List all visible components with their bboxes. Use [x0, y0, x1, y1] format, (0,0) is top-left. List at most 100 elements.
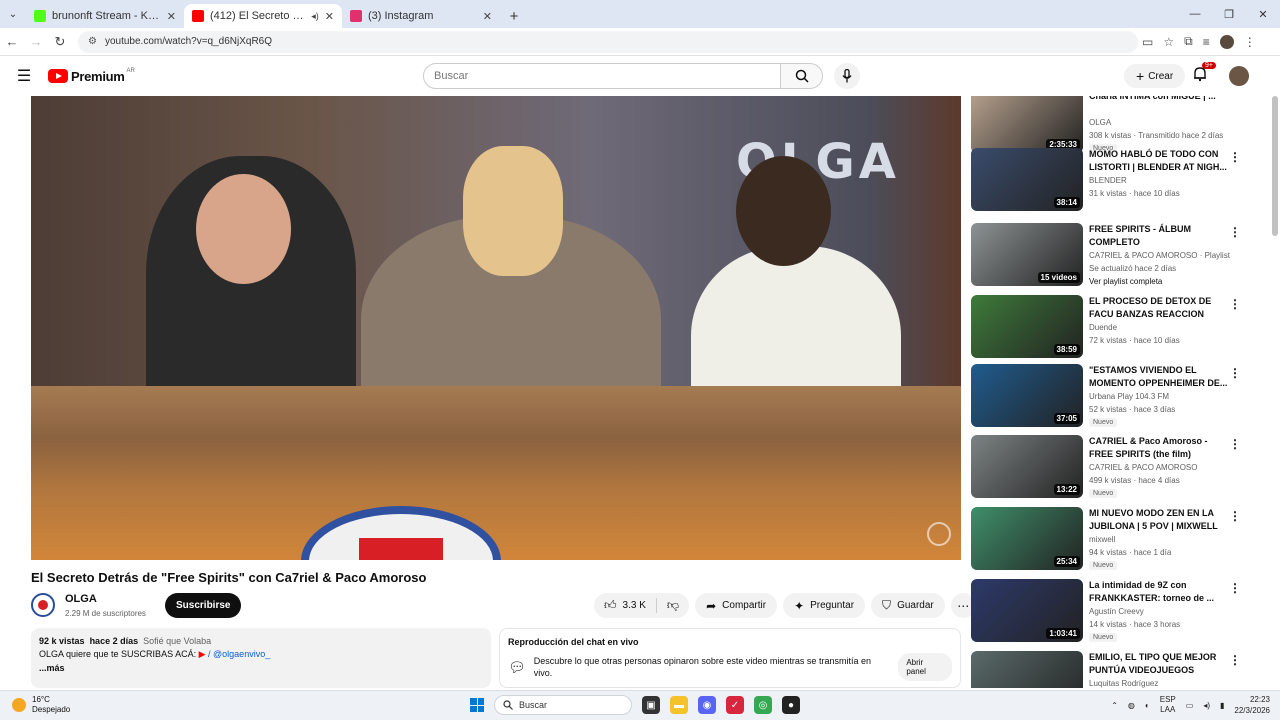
url-field[interactable]: ⚙ youtube.com/watch?v=q_d6NjXqR6Q [78, 30, 1138, 53]
minimize-icon[interactable]: — [1178, 0, 1212, 28]
tab-close-icon[interactable]: ✕ [483, 10, 492, 23]
file-explorer-icon[interactable]: ▬ [670, 696, 688, 714]
extensions-icon[interactable]: ⧉ [1184, 34, 1193, 49]
notifications-button[interactable]: 9+ [1192, 62, 1216, 87]
obs-icon[interactable]: ● [782, 696, 800, 714]
back-icon[interactable]: ← [0, 34, 24, 49]
cast-icon[interactable]: ▭ [1142, 35, 1153, 49]
reading-list-icon[interactable]: ≡ [1203, 35, 1210, 49]
restore-icon[interactable]: ❐ [1212, 0, 1246, 28]
chrome-icon[interactable]: ◎ [754, 696, 772, 714]
video-thumbnail[interactable]: 37:05 [971, 364, 1083, 427]
more-vertical-icon[interactable]: ⋮ [1229, 225, 1241, 239]
battery-icon[interactable]: ▮ [1220, 701, 1224, 710]
description-box[interactable]: 92 k vistas hace 2 días Sofié que Volaba… [31, 628, 491, 688]
taskbar-search[interactable]: Buscar [494, 695, 632, 715]
task-view-icon[interactable]: ▣ [642, 696, 660, 714]
recommendation-channel[interactable]: CA7RIEL & PACO AMOROSO [1089, 463, 1239, 472]
ask-button[interactable]: ✦ Preguntar [783, 593, 866, 618]
recommendation-channel[interactable]: Agustín Creevy [1089, 607, 1239, 616]
tray-app-icon[interactable]: ◐ [1145, 701, 1150, 710]
video-thumbnail[interactable]: 38:59 [971, 295, 1083, 358]
search-input[interactable]: Buscar [423, 63, 781, 89]
recommendation-title[interactable]: MOMO HABLÓ DE TODO CON LISTORTI | BLENDE… [1089, 148, 1231, 174]
video-thumbnail[interactable]: 13:22 [971, 435, 1083, 498]
search-button[interactable] [781, 63, 823, 89]
discord-icon[interactable]: ◉ [698, 696, 716, 714]
recommendation-title[interactable]: "ESTAMOS VIVIENDO EL MOMENTO OPPENHEIMER… [1089, 364, 1231, 390]
tab-search-chevron-icon[interactable]: ⌄ [0, 0, 26, 28]
recommendation-channel[interactable]: BLENDER [1089, 176, 1239, 185]
browser-tab[interactable]: (3) Instagram ✕ [342, 4, 500, 28]
recommendation-card[interactable]: EMILIO, EL TIPO QUE MEJOR PUNTÚA VIDEOJU… [971, 651, 1261, 688]
recommendation-title[interactable]: FREE SPIRITS - ÁLBUM COMPLETO [1089, 223, 1231, 249]
video-thumbnail[interactable]: 15 videos [971, 223, 1083, 286]
channel-avatar[interactable] [31, 593, 55, 617]
more-vertical-icon[interactable]: ⋮ [1229, 653, 1241, 667]
youtube-logo[interactable]: Premium AR [48, 68, 135, 84]
recommendation-card[interactable]: 38:59 EL PROCESO DE DETOX DE FACU BANZAS … [971, 295, 1261, 361]
recommendation-channel[interactable]: Urbana Play 104.3 FM [1089, 392, 1239, 401]
view-playlist-link[interactable]: Ver playlist completa [1089, 277, 1162, 286]
recommendation-card[interactable]: 38:14 MOMO HABLÓ DE TODO CON LISTORTI | B… [971, 148, 1261, 214]
recommendation-channel[interactable]: CA7RIEL & PACO AMOROSO · Playlist [1089, 251, 1239, 260]
description-more[interactable]: ...más [39, 663, 483, 673]
site-info-icon[interactable]: ⚙ [88, 36, 97, 47]
more-vertical-icon[interactable]: ⋮ [1229, 366, 1241, 380]
tray-app-icon[interactable]: ◍ [1128, 701, 1135, 710]
recommendation-title[interactable]: EMILIO, EL TIPO QUE MEJOR PUNTÚA VIDEOJU… [1089, 651, 1231, 677]
recommendation-card[interactable]: 13:22 CA7RIEL & Paco Amoroso - FREE SPIRI… [971, 435, 1261, 501]
tab-close-icon[interactable]: ✕ [325, 10, 334, 23]
recommendation-title[interactable]: Charla ÍNTIMA con MIGUE | ... [1089, 96, 1231, 103]
video-thumbnail[interactable] [971, 651, 1083, 688]
save-button[interactable]: ⛉ Guardar [871, 593, 945, 618]
dislike-button[interactable]: 👎︎ [657, 598, 689, 613]
menu-icon[interactable]: ☰ [0, 66, 48, 86]
video-thumbnail[interactable]: 38:14 [971, 148, 1083, 211]
recommendation-card[interactable]: 37:05 "ESTAMOS VIVIENDO EL MOMENTO OPPENH… [971, 364, 1261, 430]
recommendation-channel[interactable]: Duende [1089, 323, 1239, 332]
recommendation-card[interactable]: 1:03:41 La intimidad de 9Z con FRANKKASTE… [971, 579, 1261, 645]
video-player[interactable]: OLGA [31, 96, 961, 560]
speaker-icon[interactable]: ◂) [311, 11, 319, 22]
like-button[interactable]: 👍︎ 3.3 K [594, 598, 657, 613]
recommendation-card[interactable]: 2:35:33 Charla ÍNTIMA con MIGUE | ... OLGA… [971, 96, 1261, 156]
forward-icon[interactable]: → [24, 34, 48, 49]
browser-menu-icon[interactable]: ⋮ [1244, 35, 1256, 49]
video-thumbnail[interactable]: 25:34 [971, 507, 1083, 570]
video-thumbnail[interactable]: 1:03:41 [971, 579, 1083, 642]
recommendation-title[interactable]: La intimidad de 9Z con FRANKKASTER: torn… [1089, 579, 1231, 605]
recommendation-title[interactable]: EL PROCESO DE DETOX DE FACU BANZAS REACC… [1089, 295, 1231, 321]
close-window-icon[interactable]: ✕ [1246, 0, 1280, 28]
recommendation-card[interactable]: 25:34 MI NUEVO MODO ZEN EN LA JUBILONA | … [971, 507, 1261, 573]
recommendation-title[interactable]: CA7RIEL & Paco Amoroso - FREE SPIRITS (t… [1089, 435, 1231, 461]
more-vertical-icon[interactable]: ⋮ [1229, 509, 1241, 523]
open-panel-button[interactable]: Abrir panel [898, 653, 952, 681]
channel-handle-link[interactable]: / @olgaenvivo_ [208, 649, 270, 659]
page-scrollbar[interactable] [1272, 96, 1278, 236]
weather-widget[interactable]: 16°C Despejado [12, 695, 70, 715]
account-avatar[interactable] [1229, 66, 1249, 86]
app-red-icon[interactable]: ✓ [726, 696, 744, 714]
reload-icon[interactable]: ↻ [48, 34, 72, 50]
browser-tab-active[interactable]: (412) El Secreto Detrás de "F ◂) ✕ [184, 4, 342, 28]
volume-icon[interactable]: ◂) [1203, 701, 1210, 710]
windows-start-icon[interactable] [470, 698, 484, 712]
bookmark-star-icon[interactable]: ☆ [1163, 35, 1174, 49]
video-thumbnail[interactable]: 2:35:33 [971, 96, 1083, 153]
monitor-icon[interactable]: ▭ [1186, 701, 1194, 710]
recommendation-channel[interactable]: mixwell [1089, 535, 1239, 544]
system-clock[interactable]: 22:23 22/3/2026 [1234, 694, 1270, 716]
new-tab-button[interactable]: + [500, 4, 528, 28]
more-vertical-icon[interactable]: ⋮ [1229, 297, 1241, 311]
language-indicator[interactable]: ESP LAA [1160, 695, 1176, 715]
channel-watermark-icon[interactable] [927, 522, 951, 546]
recommendation-title[interactable]: MI NUEVO MODO ZEN EN LA JUBILONA | 5 POV… [1089, 507, 1231, 533]
voice-search-button[interactable] [834, 63, 860, 89]
share-button[interactable]: ➦ Compartir [695, 593, 778, 618]
recommendation-card[interactable]: 15 videos FREE SPIRITS - ÁLBUM COMPLETO CA… [971, 223, 1261, 289]
more-vertical-icon[interactable]: ⋮ [1229, 150, 1241, 164]
tab-close-icon[interactable]: ✕ [167, 10, 176, 23]
more-vertical-icon[interactable]: ⋮ [1229, 437, 1241, 451]
channel-name[interactable]: OLGA [65, 593, 97, 605]
